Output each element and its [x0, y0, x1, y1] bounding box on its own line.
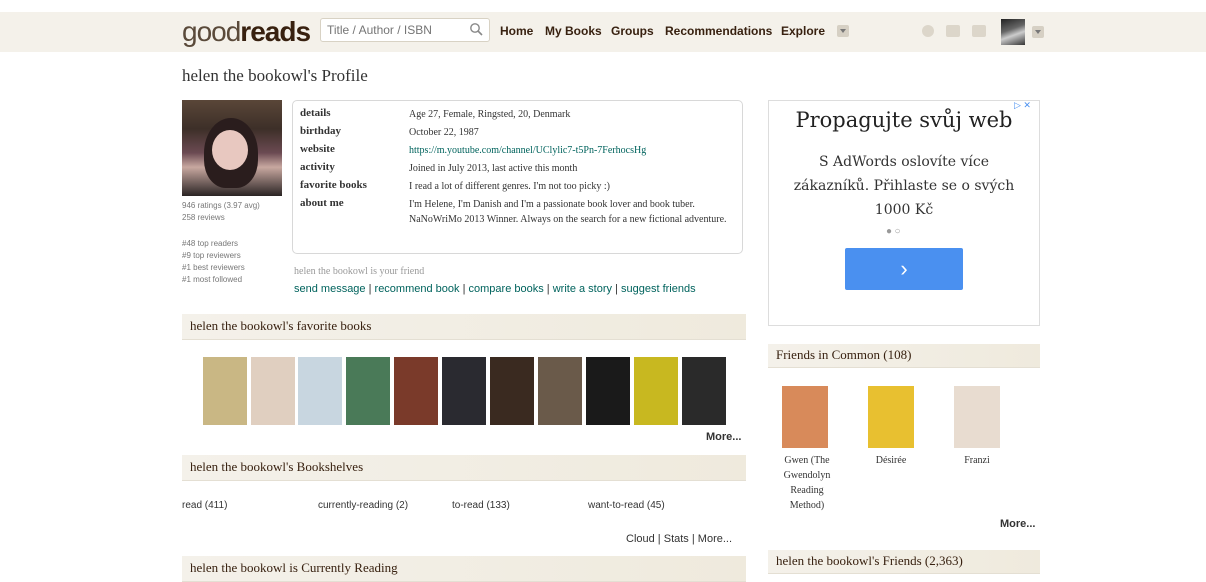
- friends-in-common-more-link[interactable]: More...: [1000, 518, 1035, 530]
- ad-title[interactable]: Propagujte svůj web: [768, 108, 1040, 132]
- detail-label: details: [300, 107, 331, 119]
- profile-dropdown-icon[interactable]: [1032, 26, 1044, 38]
- activity-value: Joined in July 2013, last active this mo…: [409, 163, 578, 174]
- book-cover[interactable]: [634, 357, 678, 425]
- book-cover[interactable]: [538, 357, 582, 425]
- nav-my-books[interactable]: My Books: [545, 24, 602, 38]
- top-navigation-bar: [0, 12, 1206, 52]
- ad-text[interactable]: S AdWords oslovíte více zákazníků. Přihl…: [780, 150, 1028, 222]
- book-cover[interactable]: [298, 357, 342, 425]
- book-cover[interactable]: [394, 357, 438, 425]
- friends-icon[interactable]: [972, 25, 986, 37]
- search-box[interactable]: [320, 18, 490, 42]
- send-message-link[interactable]: send message: [294, 283, 366, 295]
- reviews-stat[interactable]: 258 reviews: [182, 213, 225, 222]
- profile-actions: send message | recommend book | compare …: [294, 283, 696, 295]
- messages-icon[interactable]: [946, 25, 960, 37]
- compare-books-link[interactable]: compare books: [469, 283, 544, 295]
- shelves-more-link[interactable]: More...: [698, 533, 732, 545]
- favorite-books-header: helen the bookowl's favorite books: [182, 314, 746, 340]
- favorite-books-value: I read a lot of different genres. I'm no…: [409, 181, 610, 192]
- most-followed-stat[interactable]: #1 most followed: [182, 275, 242, 284]
- shelf-want-to-read[interactable]: want-to-read (45): [588, 500, 665, 511]
- birthday-label: birthday: [300, 125, 341, 137]
- friends-in-common-header: Friends in Common (108): [768, 344, 1040, 368]
- activity-label: activity: [300, 161, 335, 173]
- nav-recommendations[interactable]: Recommendations: [665, 24, 772, 38]
- goodreads-logo[interactable]: goodreads: [182, 16, 311, 48]
- shelf-links: Cloud | Stats | More...: [626, 533, 733, 545]
- book-cover[interactable]: [203, 357, 247, 425]
- write-story-link[interactable]: write a story: [553, 283, 612, 295]
- detail-value: Age 27, Female, Ringsted, 20, Denmark: [409, 109, 571, 120]
- search-input[interactable]: [321, 19, 473, 41]
- search-icon[interactable]: [469, 22, 483, 36]
- friends-header: helen the bookowl's Friends (2,363): [768, 550, 1040, 574]
- ad-next-button[interactable]: ›: [845, 248, 963, 290]
- friend-name[interactable]: Franzi: [947, 453, 1007, 468]
- book-cover[interactable]: [442, 357, 486, 425]
- shelf-currently-reading[interactable]: currently-reading (2): [318, 500, 408, 511]
- ad-carousel-dots[interactable]: ● ○: [886, 226, 901, 237]
- book-cover[interactable]: [490, 357, 534, 425]
- currently-reading-header: helen the bookowl is Currently Reading: [182, 556, 746, 582]
- page-title: helen the bookowl's Profile: [182, 66, 368, 85]
- about-me-label: about me: [300, 197, 344, 209]
- book-cover[interactable]: [682, 357, 726, 425]
- friend-status: helen the bookowl is your friend: [294, 266, 425, 277]
- book-cover[interactable]: [346, 357, 390, 425]
- cloud-link[interactable]: Cloud: [626, 533, 655, 545]
- profile-photo[interactable]: [182, 100, 282, 196]
- user-avatar[interactable]: [1001, 19, 1025, 45]
- bookshelves-header: helen the bookowl's Bookshelves: [182, 455, 746, 481]
- top-readers-stat[interactable]: #48 top readers: [182, 239, 238, 248]
- website-label: website: [300, 143, 335, 155]
- book-cover[interactable]: [251, 357, 295, 425]
- favorites-more-link[interactable]: More...: [706, 431, 741, 443]
- nav-groups[interactable]: Groups: [611, 24, 654, 38]
- shelf-to-read[interactable]: to-read (133): [452, 500, 510, 511]
- notifications-icon[interactable]: [922, 25, 934, 37]
- friend-name[interactable]: Gwen (The Gwendolyn Reading Method): [777, 453, 837, 513]
- suggest-friends-link[interactable]: suggest friends: [621, 283, 696, 295]
- friend-avatar[interactable]: [954, 386, 1000, 448]
- friend-avatar[interactable]: [782, 386, 828, 448]
- shelf-read[interactable]: read (411): [182, 500, 227, 511]
- best-reviewers-stat[interactable]: #1 best reviewers: [182, 263, 245, 272]
- profile-details-box: [292, 100, 743, 254]
- website-link[interactable]: https://m.youtube.com/channel/UClylic7-t…: [409, 143, 729, 158]
- recommend-book-link[interactable]: recommend book: [375, 283, 460, 295]
- ratings-stat[interactable]: 946 ratings (3.97 avg): [182, 201, 260, 210]
- stats-link[interactable]: Stats: [664, 533, 689, 545]
- about-me-value: I'm Helene, I'm Danish and I'm a passion…: [409, 199, 727, 225]
- nav-home[interactable]: Home: [500, 24, 533, 38]
- explore-dropdown-icon[interactable]: [837, 25, 849, 37]
- nav-explore[interactable]: Explore: [781, 24, 825, 38]
- book-cover[interactable]: [586, 357, 630, 425]
- friend-avatar[interactable]: [868, 386, 914, 448]
- birthday-value: October 22, 1987: [409, 127, 479, 138]
- favorite-books-label: favorite books: [300, 179, 367, 191]
- top-reviewers-stat[interactable]: #9 top reviewers: [182, 251, 241, 260]
- friend-name[interactable]: Désirée: [861, 453, 921, 468]
